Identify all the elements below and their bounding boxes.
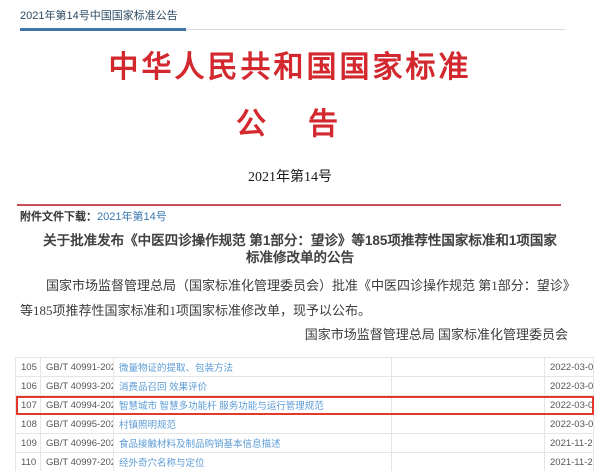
standard-title-link[interactable]: 微量物证的提取、包装方法 xyxy=(119,363,233,374)
replaced-standard xyxy=(392,396,545,415)
standard-title-link[interactable]: 智慧城市 智慧多功能杆 服务功能与运行管理规范 xyxy=(119,401,324,412)
replaced-standard xyxy=(392,358,545,377)
standard-code: GB/T 40991-2021 xyxy=(41,358,114,377)
standards-table-wrap: 105 GB/T 40991-2021 微量物证的提取、包装方法 2022-03… xyxy=(15,357,593,471)
standard-title-link[interactable]: 经外奇穴名称与定位 xyxy=(119,458,205,469)
announcement-title-line2: 公 告 xyxy=(17,108,563,142)
table-row: 108 GB/T 40995-2021 村镇照明规范 2022-03-01 xyxy=(16,415,594,434)
implementation-date: 2022-03-01 xyxy=(545,396,594,415)
standards-table: 105 GB/T 40991-2021 微量物证的提取、包装方法 2022-03… xyxy=(15,357,594,471)
standards-table-body: 105 GB/T 40991-2021 微量物证的提取、包装方法 2022-03… xyxy=(16,358,594,471)
standard-code: GB/T 40995-2021 xyxy=(41,415,114,434)
standard-code: GB/T 40996-2021 xyxy=(41,434,114,453)
page-header: 2021年第14号中国国家标准公告 xyxy=(20,6,565,30)
replaced-standard xyxy=(392,377,545,396)
table-row: 110 GB/T 40997-2021 经外奇穴名称与定位 2021-11-26 xyxy=(16,453,594,471)
red-divider xyxy=(17,204,561,206)
standard-title-cell: 经外奇穴名称与定位 xyxy=(114,453,392,471)
standard-title-cell: 村镇照明规范 xyxy=(114,415,392,434)
implementation-date: 2021-11-26 xyxy=(545,434,594,453)
standard-title-cell: 消费品召回 效果评价 xyxy=(114,377,392,396)
notice-body-paragraph: 国家市场监督管理总局（国家标准化管理委员会）批准《中医四诊操作规范 第1部分：望… xyxy=(20,273,578,323)
notice-heading: 关于批准发布《中医四诊操作规范 第1部分：望诊》等185项推荐性国家标准和1项国… xyxy=(40,232,560,266)
row-index: 110 xyxy=(16,453,41,471)
implementation-date: 2021-11-26 xyxy=(545,453,594,471)
standard-code: GB/T 40993-2021 xyxy=(41,377,114,396)
notice-signature: 国家市场监督管理总局 国家标准化管理委员会 xyxy=(0,325,568,345)
row-index: 106 xyxy=(16,377,41,396)
implementation-date: 2022-03-01 xyxy=(545,358,594,377)
replaced-standard xyxy=(392,434,545,453)
breadcrumb: 2021年第14号中国国家标准公告 xyxy=(20,7,178,29)
announcement-issue-number: 2021年第14号 xyxy=(17,168,563,188)
attachment-label: 附件文件下载： xyxy=(20,211,97,223)
attachment-download-link[interactable]: 2021年第14号 xyxy=(97,211,167,223)
standard-title-cell: 微量物证的提取、包装方法 xyxy=(114,358,392,377)
row-index: 105 xyxy=(16,358,41,377)
table-row: 107 GB/T 40994-2021 智慧城市 智慧多功能杆 服务功能与运行管… xyxy=(16,396,594,415)
standard-title-link[interactable]: 村镇照明规范 xyxy=(119,420,176,431)
standard-title-cell: 智慧城市 智慧多功能杆 服务功能与运行管理规范 xyxy=(114,396,392,415)
row-index: 109 xyxy=(16,434,41,453)
implementation-date: 2022-03-01 xyxy=(545,415,594,434)
replaced-standard xyxy=(392,453,545,471)
breadcrumb-active-underline xyxy=(20,28,186,31)
implementation-date: 2022-03-01 xyxy=(545,377,594,396)
standard-title-link[interactable]: 食品接触材料及制品购销基本信息描述 xyxy=(119,439,281,450)
table-row: 105 GB/T 40991-2021 微量物证的提取、包装方法 2022-03… xyxy=(16,358,594,377)
standard-code: GB/T 40994-2021 xyxy=(41,396,114,415)
announcement-title-line1: 中华人民共和国国家标准 xyxy=(17,50,563,86)
standard-title-link[interactable]: 消费品召回 效果评价 xyxy=(119,382,207,393)
standard-title-cell: 食品接触材料及制品购销基本信息描述 xyxy=(114,434,392,453)
replaced-standard xyxy=(392,415,545,434)
row-index: 108 xyxy=(16,415,41,434)
standard-code: GB/T 40997-2021 xyxy=(41,453,114,471)
attachment-row: 附件文件下载：2021年第14号 xyxy=(20,210,580,225)
table-row: 109 GB/T 40996-2021 食品接触材料及制品购销基本信息描述 20… xyxy=(16,434,594,453)
announcement-header: 中华人民共和国国家标准 公 告 2021年第14号 xyxy=(17,50,563,188)
table-row: 106 GB/T 40993-2021 消费品召回 效果评价 2022-03-0… xyxy=(16,377,594,396)
row-index: 107 xyxy=(16,396,41,415)
